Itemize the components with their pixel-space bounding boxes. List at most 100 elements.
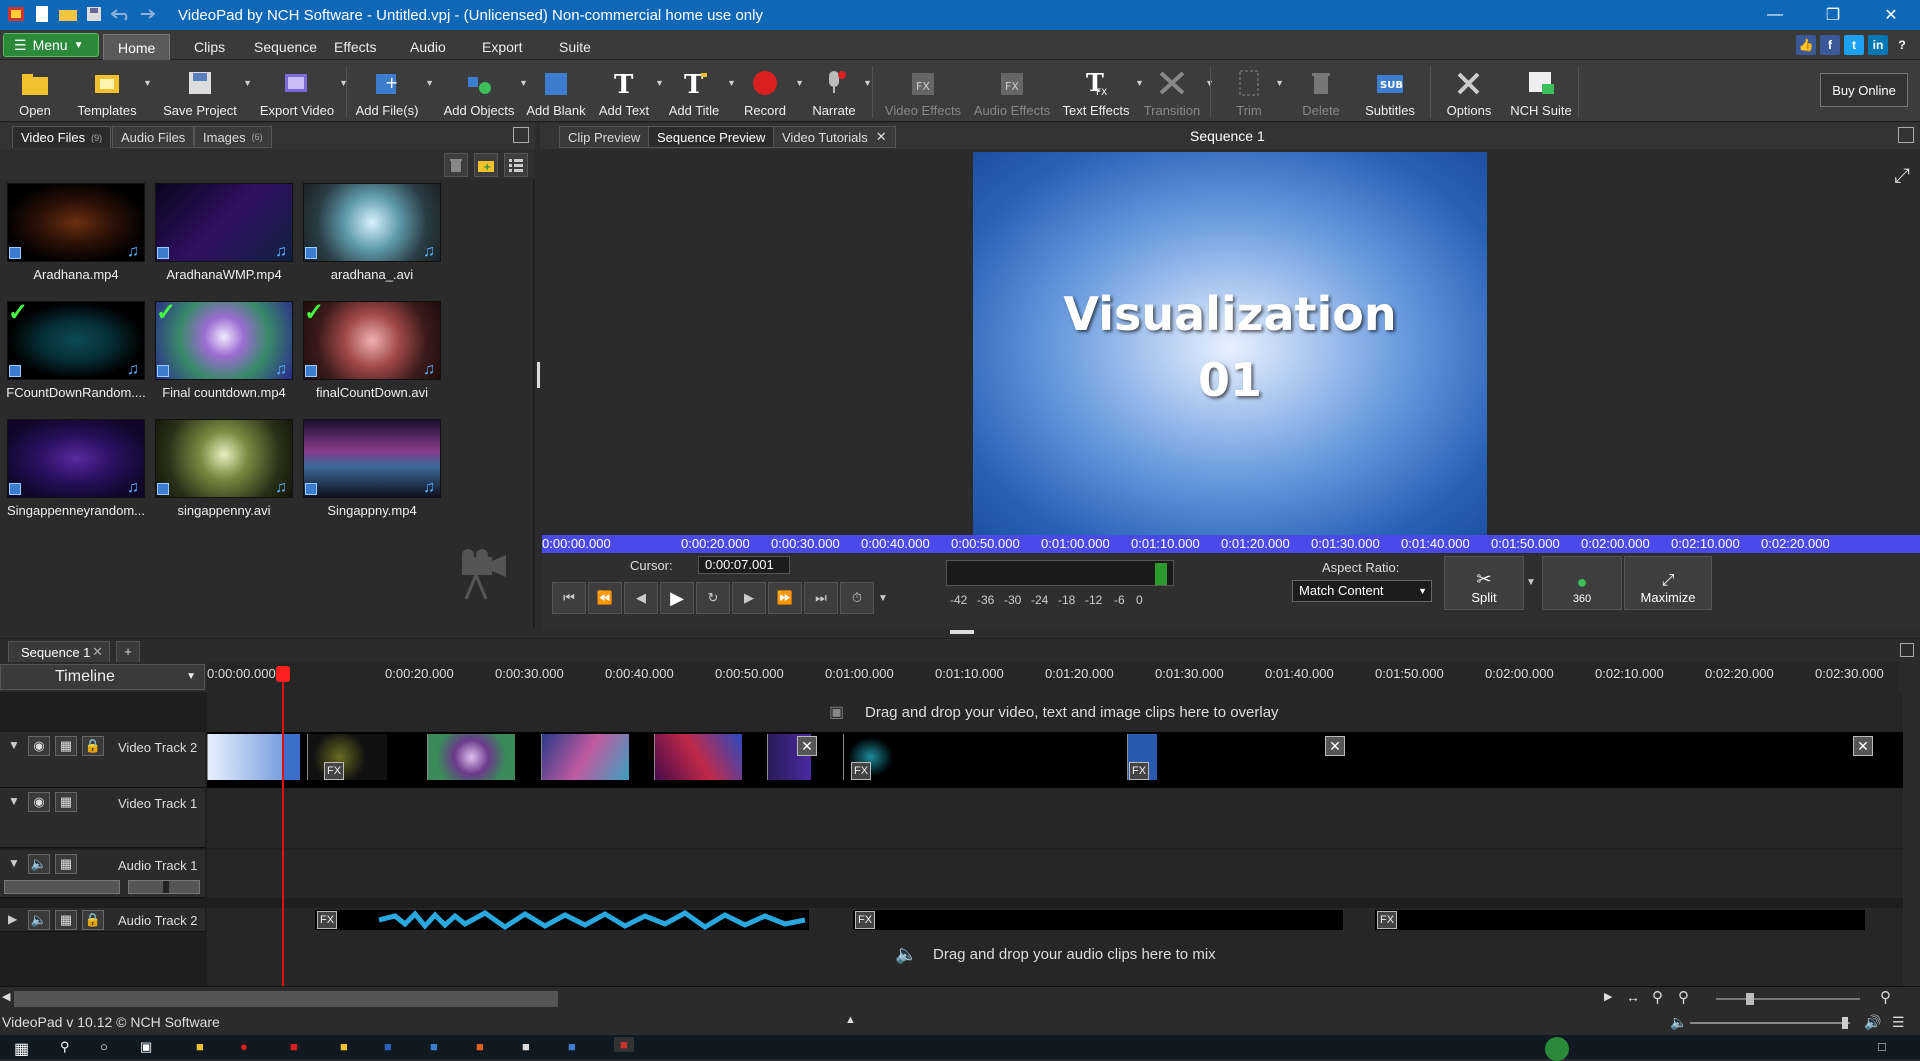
scroll-thumb[interactable] bbox=[14, 991, 558, 1007]
app-taskbar-icon[interactable]: ■ bbox=[430, 1039, 438, 1054]
media-thumbnail[interactable]: ♫ Singappny.mp4 bbox=[298, 419, 441, 531]
linkedin-icon[interactable]: in bbox=[1868, 35, 1888, 55]
nch-suite-button[interactable]: NCH Suite bbox=[1508, 64, 1574, 120]
app-icon[interactable] bbox=[6, 4, 26, 24]
transition-button[interactable]: Transition▼ bbox=[1142, 64, 1214, 120]
speaker-icon[interactable]: 🔈 bbox=[28, 854, 50, 874]
aspect-ratio-select[interactable]: Match Content ▼ bbox=[1292, 580, 1432, 602]
close-icon[interactable]: ✕ bbox=[92, 644, 103, 660]
close-button[interactable]: ✕ bbox=[1862, 0, 1920, 30]
video-clip[interactable] bbox=[307, 734, 387, 780]
media-thumbnail[interactable]: ♫ Singappenneyrandom... bbox=[2, 419, 145, 531]
lock-icon[interactable]: 🔒 bbox=[82, 910, 104, 930]
timeline-view-select[interactable]: Timeline ▼ bbox=[0, 664, 205, 690]
zoom-in-icon[interactable]: ⚲ bbox=[1880, 988, 1891, 1006]
split-button[interactable]: ✂ Split bbox=[1444, 556, 1524, 610]
new-file-icon[interactable] bbox=[32, 4, 52, 24]
save-icon[interactable] bbox=[84, 4, 104, 24]
audio-clip[interactable] bbox=[1375, 910, 1865, 930]
tab-home[interactable]: Home bbox=[103, 34, 171, 60]
facebook-icon[interactable]: f bbox=[1820, 35, 1840, 55]
timeline-vertical-scrollbar[interactable] bbox=[1903, 692, 1920, 986]
app-taskbar-icon[interactable]: ■ bbox=[290, 1039, 298, 1054]
video-clip[interactable] bbox=[654, 734, 742, 780]
volume-max-icon[interactable]: 🔊 bbox=[1864, 1014, 1881, 1031]
twitter-icon[interactable]: t bbox=[1844, 35, 1864, 55]
media-thumbnail[interactable]: ♫ Aradhana.mp4 bbox=[2, 183, 145, 295]
audio-clip[interactable] bbox=[315, 910, 809, 930]
main-menu-button[interactable]: ☰ Menu ▼ bbox=[3, 33, 99, 57]
tab-images[interactable]: Images (6) bbox=[194, 126, 272, 148]
notifications-icon[interactable]: □ bbox=[1878, 1039, 1886, 1054]
undock-icon[interactable] bbox=[1898, 127, 1914, 143]
like-icon[interactable]: 👍 bbox=[1796, 35, 1816, 55]
audio-track-2-lane[interactable]: FX FX FX bbox=[207, 908, 1903, 932]
scroll-left-icon[interactable]: ◀ bbox=[2, 990, 10, 1003]
360-button[interactable]: ● 360 bbox=[1542, 556, 1622, 610]
network-icon[interactable] bbox=[1545, 1037, 1569, 1061]
undo-icon[interactable] bbox=[110, 4, 130, 24]
minimize-button[interactable]: — bbox=[1746, 0, 1804, 30]
clip-fx-icon[interactable]: FX bbox=[851, 762, 871, 780]
word-icon[interactable]: ■ bbox=[384, 1039, 392, 1054]
lock-icon[interactable]: 🔒 bbox=[82, 736, 104, 756]
audio-effects-button[interactable]: FX Audio Effects bbox=[968, 64, 1056, 120]
tab-sequence-1[interactable]: Sequence 1 ✕ bbox=[8, 641, 110, 663]
zoom-fit-icon[interactable]: ⚲ bbox=[1652, 988, 1663, 1006]
audio-drop-zone[interactable]: 🔈 Drag and drop your audio clips here to… bbox=[207, 932, 1903, 986]
pan-slider[interactable] bbox=[128, 880, 200, 894]
media-thumbnail[interactable]: ♫ AradhanaWMP.mp4 bbox=[150, 183, 293, 295]
save-project-button[interactable]: Save Project ▼ bbox=[160, 64, 252, 120]
speaker-icon[interactable]: 🔈 bbox=[28, 910, 50, 930]
maximize-button[interactable]: ⤢ Maximize bbox=[1624, 556, 1712, 610]
overlay-drop-zone[interactable]: ▣ Drag and drop your video, text and ima… bbox=[207, 692, 1903, 732]
transition-icon[interactable]: ✕ bbox=[1325, 736, 1345, 756]
collapse-icon[interactable]: ▼ bbox=[8, 856, 20, 870]
audio-clip[interactable] bbox=[853, 910, 1343, 930]
video-preview-screen[interactable]: Visualization 01 bbox=[973, 152, 1487, 542]
volume-slider[interactable] bbox=[4, 880, 120, 894]
volume-icon[interactable]: 🔈 bbox=[1670, 1014, 1687, 1031]
app-taskbar-icon[interactable]: ■ bbox=[340, 1039, 348, 1054]
delete-button[interactable]: Delete bbox=[1294, 64, 1348, 120]
transition-icon[interactable]: ✕ bbox=[797, 736, 817, 756]
record-button[interactable]: Record ▼ bbox=[738, 64, 804, 120]
tab-export[interactable]: Export bbox=[468, 34, 536, 60]
buy-online-button[interactable]: Buy Online bbox=[1820, 73, 1908, 107]
video-clip[interactable] bbox=[282, 734, 300, 780]
collapse-icon[interactable]: ▼ bbox=[8, 794, 20, 808]
play-button[interactable]: ▶ bbox=[660, 582, 694, 614]
clip-fx-icon[interactable]: FX bbox=[317, 911, 337, 929]
file-explorer-icon[interactable]: ■ bbox=[196, 1039, 204, 1054]
clip-fx-icon[interactable]: FX bbox=[324, 762, 344, 780]
meter-icon[interactable]: ☰ bbox=[1892, 1014, 1905, 1031]
track-settings-icon[interactable]: ▦ bbox=[55, 854, 77, 874]
step-forward-button[interactable]: ▶ bbox=[732, 582, 766, 614]
restore-button[interactable]: ❐ bbox=[1804, 0, 1862, 30]
track-settings-icon[interactable]: ▦ bbox=[55, 792, 77, 812]
bin-add-folder-button[interactable]: + bbox=[474, 153, 498, 177]
expand-panel-icon[interactable]: ▲ bbox=[845, 1014, 856, 1026]
options-button[interactable]: Options bbox=[1442, 64, 1496, 120]
expand-icon[interactable]: ▶ bbox=[8, 912, 17, 926]
collapse-icon[interactable]: ▼ bbox=[8, 738, 20, 752]
fit-timeline-icon[interactable]: ↔ bbox=[1626, 989, 1640, 1005]
scroll-right-icon[interactable]: ▶ bbox=[1604, 990, 1612, 1003]
media-thumbnail[interactable]: ✓ ♫ finalCountDown.avi bbox=[298, 301, 441, 413]
zoom-slider-knob[interactable] bbox=[1746, 993, 1754, 1005]
task-view-icon[interactable]: ▣ bbox=[140, 1039, 152, 1055]
clip-fx-icon[interactable]: FX bbox=[1377, 911, 1397, 929]
app-taskbar-icon[interactable]: ■ bbox=[568, 1039, 576, 1054]
timeline-horizontal-scrollbar[interactable]: ◀ ▶ ↔ ⚲ ⚲ ⚲ bbox=[0, 986, 1920, 1010]
zoom-slider[interactable] bbox=[1716, 993, 1860, 1005]
videopad-taskbar-icon[interactable]: ■ bbox=[614, 1037, 634, 1052]
tab-clips[interactable]: Clips bbox=[180, 34, 239, 60]
panel-splitter[interactable] bbox=[537, 362, 540, 388]
help-icon[interactable]: ? bbox=[1892, 35, 1912, 55]
browser-icon[interactable]: ● bbox=[240, 1039, 248, 1054]
tab-audio[interactable]: Audio bbox=[396, 34, 460, 60]
bin-view-toggle-button[interactable] bbox=[504, 153, 528, 177]
add-files-button[interactable]: + Add File(s) ▼ bbox=[352, 64, 434, 120]
undock-icon[interactable] bbox=[513, 127, 529, 143]
timeline-ruler[interactable]: 0:00:00.000 0:00:20.000 0:00:30.000 0:00… bbox=[207, 662, 1899, 692]
